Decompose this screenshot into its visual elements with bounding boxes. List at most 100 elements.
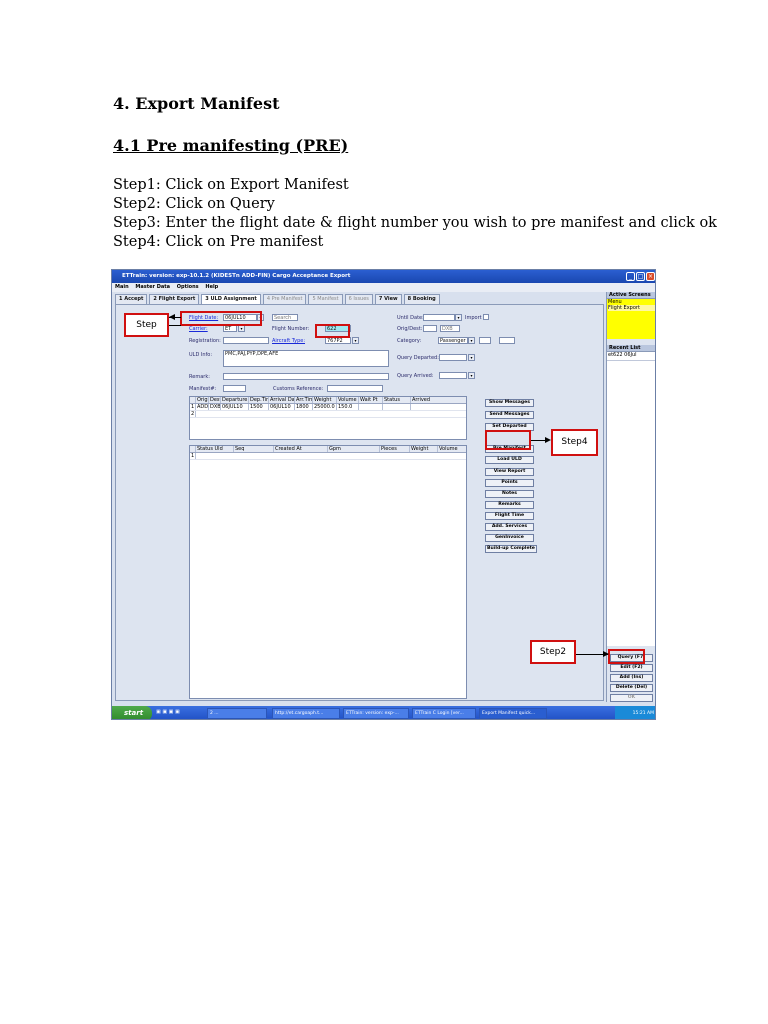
column-header[interactable]: Seq xyxy=(234,446,274,452)
remark-label: Remark: xyxy=(189,374,210,380)
carrier-label[interactable]: Carrier: xyxy=(189,326,208,332)
destination-field[interactable]: DXB xyxy=(440,325,460,332)
delete-button[interactable]: Delete (Del) xyxy=(610,684,653,692)
manifest-label: Manifest#: xyxy=(189,386,217,392)
orig-dest-label: Orig/Dest: xyxy=(397,326,423,332)
tab-uld-assignment[interactable]: 3 ULD Assignment xyxy=(201,294,261,304)
add-button[interactable]: Add (Ins) xyxy=(610,674,653,682)
notes-button[interactable]: Notes xyxy=(485,490,534,498)
column-header[interactable]: Created At xyxy=(274,446,328,452)
menu-options[interactable]: Options xyxy=(177,284,199,290)
recent-list-title: Recent List xyxy=(607,345,655,352)
query-departed-label: Query Departed: xyxy=(397,355,439,361)
carrier-field[interactable]: ET xyxy=(223,325,237,332)
aircraft-type-field[interactable]: 767P2 xyxy=(325,337,351,344)
menu-master-data[interactable]: Master Data xyxy=(135,284,170,290)
windows-taskbar: start ▣ ▣ ▣ ▣ 2 ... http://et.cargoaph.t… xyxy=(112,706,655,719)
column-header[interactable]: Origin xyxy=(196,397,209,403)
active-screen-item[interactable]: Flight Export xyxy=(608,305,655,311)
query-departed-field[interactable] xyxy=(439,354,467,361)
remarks-button[interactable]: Remarks xyxy=(485,501,534,509)
query-departed-dropdown-icon[interactable]: ▾ xyxy=(468,354,475,361)
import-label: Import xyxy=(465,315,482,321)
taskbar-item[interactable]: ETTrain: version: exp-... xyxy=(343,708,409,719)
maximize-icon[interactable]: □ xyxy=(636,272,645,281)
column-header[interactable]: Volume xyxy=(438,446,466,452)
category-dropdown-icon[interactable]: ▾ xyxy=(468,337,475,344)
window-title: ETTrain: version: exp-10.1.2 (KIDESTn AD… xyxy=(122,273,351,279)
aircraft-type-label[interactable]: Aircraft Type: xyxy=(272,338,305,344)
aircraft-type-dropdown-icon[interactable]: ▾ xyxy=(352,337,359,344)
build-up-complete-button[interactable]: Build-up Complete xyxy=(485,545,537,553)
category-field[interactable]: Passenger xyxy=(438,337,468,344)
load-uld-button[interactable]: Load ULD xyxy=(485,456,534,464)
query-arrived-field[interactable] xyxy=(439,372,467,379)
gen-invoice-button[interactable]: GenInvoice xyxy=(485,534,534,542)
active-screens-list: Menu Flight Export xyxy=(607,299,655,339)
taskbar-item[interactable]: 2 ... xyxy=(207,708,267,719)
points-button[interactable]: Points xyxy=(485,479,534,487)
column-header[interactable]: Status xyxy=(383,397,411,403)
start-button[interactable]: start xyxy=(112,706,152,719)
column-header[interactable]: Pieces xyxy=(380,446,410,452)
column-header[interactable]: Weight xyxy=(313,397,337,403)
recent-list-item[interactable]: et622 06Jul xyxy=(607,352,655,360)
edit-button[interactable]: Edit (F2) xyxy=(610,664,653,672)
import-checkbox[interactable] xyxy=(483,314,489,320)
tab-booking[interactable]: 8 Booking xyxy=(403,294,440,304)
menu-main[interactable]: Main xyxy=(115,284,129,290)
column-header[interactable]: Arrival Date xyxy=(269,397,295,403)
window-titlebar: ETTrain: version: exp-10.1.2 (KIDESTn AD… xyxy=(112,270,655,283)
tab-issues[interactable]: 6 Issues xyxy=(344,294,373,304)
until-date-field[interactable] xyxy=(423,314,455,321)
quick-launch-icons[interactable]: ▣ ▣ ▣ ▣ xyxy=(156,709,202,718)
ok-button[interactable]: OK xyxy=(610,694,653,702)
close-icon[interactable]: × xyxy=(646,272,655,281)
table-row[interactable]: 2 xyxy=(190,411,466,418)
category-extra-field[interactable] xyxy=(479,337,491,344)
category-extra-field-2[interactable] xyxy=(499,337,515,344)
view-report-button[interactable]: View Report xyxy=(485,468,534,476)
taskbar-item[interactable]: http://et.cargoaph.t... xyxy=(272,708,340,719)
remark-field[interactable] xyxy=(223,373,389,380)
uld-table: Status Uld Seq Created At Gpm Pieces Wei… xyxy=(189,445,467,699)
tab-pre-manifest[interactable]: 4 Pre Manifest xyxy=(262,294,307,304)
registration-field[interactable] xyxy=(223,337,269,344)
uld-info-label: ULD Info: xyxy=(189,352,213,358)
tab-manifest[interactable]: 5 Manifest xyxy=(308,294,343,304)
minimize-icon[interactable]: _ xyxy=(626,272,635,281)
step-arrow-head xyxy=(169,314,175,320)
flight-time-button[interactable]: Flight Time xyxy=(485,512,534,520)
show-messages-button[interactable]: Show Messages xyxy=(485,399,534,407)
origin-field[interactable] xyxy=(423,325,437,332)
column-header[interactable]: Wait Pt xyxy=(359,397,383,403)
manifest-field[interactable] xyxy=(223,385,246,392)
uld-info-field[interactable]: PMC,PAJ,PYP,DPE,AFE xyxy=(223,350,389,367)
column-header[interactable]: Arrived xyxy=(411,397,441,403)
taskbar-item[interactable]: ETTrain C Login [ver... xyxy=(412,708,476,719)
column-header[interactable]: Gpm xyxy=(328,446,380,452)
tab-flight-export[interactable]: 2 Flight Export xyxy=(149,294,200,304)
table-row[interactable]: 1 ADD DXB 06JUL10 1500 06JUL10 1800 2500… xyxy=(190,404,466,411)
search-button[interactable]: Search xyxy=(272,314,298,321)
column-header[interactable]: Status Uld xyxy=(196,446,234,452)
column-header[interactable]: Arr.Time xyxy=(295,397,313,403)
step4-arrow-head xyxy=(545,437,551,443)
customs-reference-field[interactable] xyxy=(327,385,383,392)
menu-help[interactable]: Help xyxy=(205,284,218,290)
until-date-label: Until Date: xyxy=(397,315,424,321)
carrier-dropdown-icon[interactable]: ▾ xyxy=(238,325,245,332)
tab-accept[interactable]: 1 Accept xyxy=(115,294,148,304)
column-header[interactable]: Volume xyxy=(337,397,359,403)
taskbar-item[interactable]: Export Manifest quick... xyxy=(479,708,547,719)
table-row[interactable]: 1 xyxy=(190,453,466,460)
add-services-button[interactable]: Add. Services xyxy=(485,523,534,531)
send-messages-button[interactable]: Send Messages xyxy=(485,411,534,419)
column-header[interactable]: Weight xyxy=(410,446,438,452)
tab-view[interactable]: 7 View xyxy=(374,294,402,304)
column-header[interactable]: Dest xyxy=(209,397,221,403)
column-header[interactable]: Departure xyxy=(221,397,249,403)
query-arrived-dropdown-icon[interactable]: ▾ xyxy=(468,372,475,379)
column-header[interactable]: Dep.Time xyxy=(249,397,269,403)
until-date-calendar-icon[interactable]: ▾ xyxy=(455,314,462,321)
